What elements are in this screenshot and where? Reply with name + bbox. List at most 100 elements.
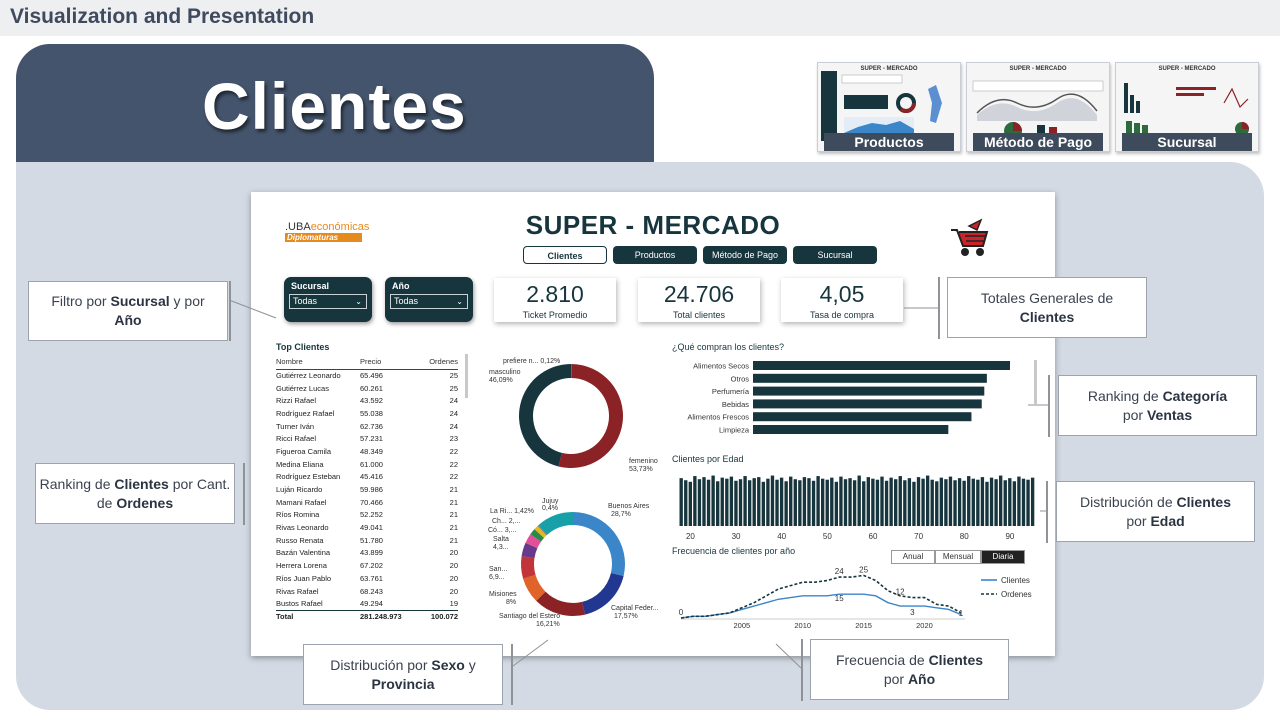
edad-title: Clientes por Edad xyxy=(672,454,744,464)
table-row[interactable]: Rodríguez Esteban 45.416 22 xyxy=(276,471,458,484)
callout-frecuencia: Frecuencia de Clientes por Año xyxy=(810,639,1009,700)
cell-nombre: Rodríguez Esteban xyxy=(276,472,341,482)
thumbnail-sucursal[interactable]: SUPER - MERCADO Sucursal xyxy=(1115,62,1259,152)
cell-nombre: Rizzi Rafael xyxy=(276,396,317,406)
age-bar xyxy=(980,477,985,526)
age-bar xyxy=(976,479,980,526)
table-row[interactable]: Rodríguez Rafael 55.038 24 xyxy=(276,407,458,420)
table-scrollbar[interactable] xyxy=(465,354,468,398)
filter-label: Año xyxy=(392,281,410,291)
callout-filtro: Filtro por Sucursal y por Año xyxy=(28,281,228,341)
top-bar: Visualization and Presentation xyxy=(0,0,1280,36)
cell-ordenes: 21 xyxy=(449,523,458,533)
column-header-nombre[interactable]: Nombre xyxy=(276,354,360,370)
table-row[interactable]: Bustos Rafael 49.294 19 xyxy=(276,597,458,610)
kpi-value: 24.706 xyxy=(663,281,735,307)
age-bar xyxy=(1008,478,1012,526)
thumbnail-label: Método de Pago xyxy=(973,133,1103,151)
frecuencia-line-chart: Clientes Ordenes 2005 2010 2015 2020 0 24 15 25 12… xyxy=(679,565,1032,630)
table-row[interactable]: Mamani Rafael 70.466 21 xyxy=(276,496,458,509)
table-row[interactable]: Russo Renata 51.780 21 xyxy=(276,534,458,547)
top-clientes-table: Nombre Precio Ordenes Gutiérrez Leonardo… xyxy=(276,354,458,623)
age-bar xyxy=(871,478,875,526)
callout-edad: Distribución de Clientes por Edad xyxy=(1056,481,1255,542)
age-tick-label: 70 xyxy=(914,532,923,541)
kpi-value: 4,05 xyxy=(819,281,865,307)
tab-metodo-de-pago[interactable]: Método de Pago xyxy=(703,246,787,264)
shopping-cart-logo-icon xyxy=(951,218,989,256)
total-cell: Total xyxy=(276,609,360,623)
table-row[interactable]: Bazán Valentina 43.899 20 xyxy=(276,547,458,560)
age-bar xyxy=(989,477,994,526)
age-bar xyxy=(793,479,797,526)
cell-nombre: Gutiérrez Leonardo xyxy=(276,371,341,381)
cell-precio: 63.761 xyxy=(360,573,383,583)
age-bar xyxy=(912,481,916,526)
frecuencia-title: Frecuencia de clientes por año xyxy=(672,546,796,556)
categorias-bar-chart: Alimentos Secos Otros Perfumería Bebidas Ali… xyxy=(687,361,1010,435)
thumbnail-metodo-de-pago[interactable]: SUPER - MERCADO Método de Pago xyxy=(966,62,1110,152)
category-label: Limpieza xyxy=(719,426,750,435)
chevron-down-icon: ⌄ xyxy=(456,297,463,306)
table-row[interactable]: Ríos Juan Pablo 63.761 20 xyxy=(276,572,458,585)
thumbnail-productos[interactable]: SUPER - MERCADO Productos xyxy=(817,62,961,152)
table-row[interactable]: Rivas Leonardo 49.041 21 xyxy=(276,521,458,534)
table-row[interactable]: Ricci Rafael 57.231 23 xyxy=(276,432,458,445)
cell-nombre: Herrera Lorena xyxy=(276,561,327,571)
table-row[interactable]: Rizzi Rafael 43.592 24 xyxy=(276,394,458,407)
cell-ordenes: 21 xyxy=(449,535,458,545)
age-bar xyxy=(930,479,934,526)
age-bar xyxy=(779,477,784,526)
age-tick-label: 20 xyxy=(686,532,695,541)
table-row[interactable]: Turner Iván 62.736 24 xyxy=(276,420,458,433)
label-femenino-pct: 53,73% xyxy=(629,466,653,473)
column-header-precio[interactable]: Precio xyxy=(360,354,410,370)
cell-nombre: Rivas Rafael xyxy=(276,586,319,596)
table-row[interactable]: Gutiérrez Lucas 60.261 25 xyxy=(276,382,458,395)
ano-select[interactable]: Todas ⌄ xyxy=(390,294,468,309)
table-row[interactable]: Medina Eliana 61.000 22 xyxy=(276,458,458,471)
table-row[interactable]: Figueroa Camila 48.349 22 xyxy=(276,445,458,458)
cell-nombre: Rodríguez Rafael xyxy=(276,408,335,418)
age-bar xyxy=(775,479,779,526)
cell-nombre: Bustos Rafael xyxy=(276,598,323,608)
sucursal-select[interactable]: Todas ⌄ xyxy=(289,294,367,309)
year-tick-label: 2020 xyxy=(916,621,933,630)
table-row[interactable]: Luján Ricardo 59.986 21 xyxy=(276,483,458,496)
age-bar xyxy=(903,480,907,526)
categorias-scrollbar[interactable] xyxy=(1034,360,1037,404)
cell-ordenes: 21 xyxy=(449,485,458,495)
label-masculino-pct: 46,09% xyxy=(489,377,513,384)
tab-clientes[interactable]: Clientes xyxy=(523,246,607,264)
table-row[interactable]: Gutiérrez Leonardo 65.496 25 xyxy=(276,369,458,382)
tab-sucursal[interactable]: Sucursal xyxy=(793,246,877,264)
cell-nombre: Russo Renata xyxy=(276,535,324,545)
cell-ordenes: 25 xyxy=(449,383,458,393)
category-bar xyxy=(753,399,982,409)
dashboard-title: SUPER - MERCADO xyxy=(525,210,781,240)
callout-ranking-clientes: Ranking de Clientes por Cant. de Ordenes xyxy=(35,463,235,524)
age-bar xyxy=(1012,481,1017,526)
age-bar xyxy=(679,478,683,526)
toggle-anual[interactable]: Anual xyxy=(891,550,935,564)
toggle-mensual[interactable]: Mensual xyxy=(935,550,981,564)
age-bar xyxy=(761,481,766,526)
age-bar xyxy=(802,477,807,526)
age-bar xyxy=(998,475,1003,526)
table-row[interactable]: Herrera Lorena 67.202 20 xyxy=(276,559,458,572)
category-label: Bebidas xyxy=(722,400,749,409)
label-misiones-pct: 8% xyxy=(506,599,517,606)
cell-nombre: Bazán Valentina xyxy=(276,548,331,558)
table-row[interactable]: Rivas Rafael 68.243 20 xyxy=(276,585,458,598)
age-bar xyxy=(985,481,989,526)
age-bar xyxy=(1030,477,1035,526)
age-bar xyxy=(939,477,944,526)
table-row[interactable]: Ríos Romina 52.252 21 xyxy=(276,509,458,522)
cell-nombre: Ríos Juan Pablo xyxy=(276,573,332,583)
column-header-ordenes[interactable]: Ordenes xyxy=(410,354,458,370)
cell-nombre: Ríos Romina xyxy=(276,510,320,520)
age-bar xyxy=(907,478,912,526)
cell-precio: 51.780 xyxy=(360,535,383,545)
toggle-diaria[interactable]: Diaria xyxy=(981,550,1025,564)
tab-productos[interactable]: Productos xyxy=(613,246,697,264)
